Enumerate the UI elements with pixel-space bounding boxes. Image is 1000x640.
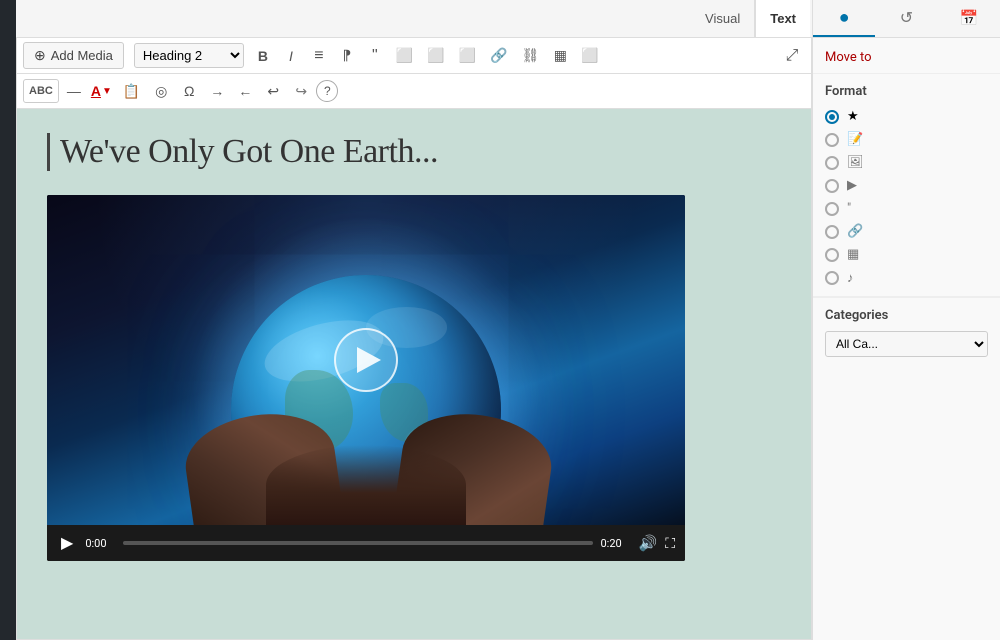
wp-admin-bar — [0, 0, 16, 640]
editor-main: Visual Text ⊕ Add Media Paragraph Headin… — [16, 0, 812, 640]
text-color-button[interactable]: A ▼ — [89, 78, 115, 104]
format-icon-audio: ♪ — [847, 270, 854, 286]
format-icon-link: 🔗 — [847, 224, 863, 239]
bold-button[interactable]: B — [250, 43, 276, 69]
format-icon-aside: 📝 — [847, 132, 863, 147]
clear-formatting-button[interactable]: ◎ — [148, 78, 174, 104]
format-option-link[interactable]: 🔗 — [825, 224, 988, 239]
help-button[interactable]: ? — [316, 80, 338, 102]
current-time: 0:00 — [85, 537, 115, 550]
sidebar-icons-row: ● ↺ 📅 — [813, 0, 1000, 38]
video-duration: 0:20 — [601, 537, 631, 550]
format-icon-video: ▶ — [847, 178, 857, 193]
abc-button[interactable]: ABC — [23, 79, 59, 103]
format-title: Format — [825, 84, 988, 99]
video-player: ▶ 0:00 0:20 🔊 ⛶ — [47, 195, 685, 561]
paste-button[interactable]: 📋 — [117, 78, 146, 104]
radio-link[interactable] — [825, 225, 839, 239]
link-button[interactable]: 🔗 — [484, 43, 513, 69]
volume-button[interactable]: 🔊 — [639, 534, 658, 552]
add-media-icon: ⊕ — [34, 47, 46, 64]
hr-button[interactable]: — — [61, 78, 87, 104]
categories-select[interactable]: All Ca... — [825, 331, 988, 357]
align-left-button[interactable]: ⬜ — [390, 43, 419, 69]
special-char-button[interactable]: Ω — [176, 78, 202, 104]
post-heading: We've Only Got One Earth... — [47, 133, 781, 171]
align-right-button[interactable]: ⬜ — [453, 43, 482, 69]
format-option-audio[interactable]: ♪ — [825, 270, 988, 286]
move-to-trash-section: Move to — [813, 38, 1000, 74]
format-option-quote[interactable]: " — [825, 201, 988, 216]
format-icon-quote: " — [847, 201, 851, 216]
toolbar-row-1: ⊕ Add Media Paragraph Heading 1 Heading … — [17, 38, 811, 74]
sidebar-tab-status[interactable]: ● — [813, 0, 875, 37]
editor-content-area[interactable]: We've Only Got One Earth... — [17, 109, 811, 639]
bullet-list-button[interactable]: ≡ — [306, 43, 332, 69]
add-media-button[interactable]: ⊕ Add Media — [23, 42, 124, 69]
sidebar-tab-publish[interactable]: 📅 — [938, 0, 1000, 37]
play-pause-button[interactable]: ▶ — [57, 531, 77, 555]
right-sidebar: ● ↺ 📅 Move to Format ★ 📝 — [812, 0, 1000, 640]
blockquote-button[interactable]: " — [362, 43, 388, 69]
format-option-gallery[interactable]: ▦ — [825, 247, 988, 262]
video-controls: ▶ 0:00 0:20 🔊 ⛶ — [47, 525, 685, 561]
radio-audio[interactable] — [825, 271, 839, 285]
italic-button[interactable]: I — [278, 43, 304, 69]
format-options: ★ 📝 🖼 ▶ " — [825, 109, 988, 286]
video-thumbnail — [47, 195, 685, 525]
outdent-button[interactable]: ← — [232, 78, 258, 104]
table-button[interactable]: ▦ — [547, 43, 573, 69]
radio-standard[interactable] — [825, 110, 839, 124]
fullscreen-editor-button[interactable]: ⤢ — [779, 43, 805, 69]
move-to-trash-link[interactable]: Move to — [825, 50, 872, 65]
format-option-standard[interactable]: ★ — [825, 109, 988, 124]
format-section: Format ★ 📝 🖼 — [813, 74, 1000, 297]
editor-tab-bar: Visual Text — [16, 0, 812, 38]
more-button[interactable]: ⬜ — [575, 43, 604, 69]
radio-quote[interactable] — [825, 202, 839, 216]
heading-select[interactable]: Paragraph Heading 1 Heading 2 Heading 3 … — [134, 43, 244, 68]
toolbar-row-2: ABC — A ▼ 📋 ◎ Ω → ← ↩ ↪ ? — [17, 74, 811, 109]
align-center-button[interactable]: ⬜ — [421, 43, 450, 69]
format-icon-gallery: ▦ — [847, 247, 859, 262]
radio-image[interactable] — [825, 156, 839, 170]
indent-button[interactable]: → — [204, 78, 230, 104]
format-option-image[interactable]: 🖼 — [825, 155, 988, 170]
tab-visual[interactable]: Visual — [691, 0, 755, 37]
radio-gallery[interactable] — [825, 248, 839, 262]
format-icon-standard: ★ — [847, 109, 859, 124]
fullscreen-video-button[interactable]: ⛶ — [665, 535, 675, 552]
radio-video[interactable] — [825, 179, 839, 193]
categories-title: Categories — [825, 308, 988, 323]
progress-bar[interactable] — [123, 541, 592, 545]
tab-text[interactable]: Text — [755, 0, 810, 37]
format-option-aside[interactable]: 📝 — [825, 132, 988, 147]
undo-button[interactable]: ↩ — [260, 78, 286, 104]
format-option-video[interactable]: ▶ — [825, 178, 988, 193]
categories-section: Categories All Ca... — [813, 297, 1000, 367]
redo-button[interactable]: ↪ — [288, 78, 314, 104]
numbered-list-button[interactable]: ⁋ — [334, 43, 360, 69]
sidebar-tab-revisions[interactable]: ↺ — [875, 0, 937, 37]
add-media-label: Add Media — [51, 48, 113, 63]
play-button[interactable] — [334, 328, 398, 392]
format-icon-image: 🖼 — [847, 155, 864, 170]
radio-aside[interactable] — [825, 133, 839, 147]
editor-container: ⊕ Add Media Paragraph Heading 1 Heading … — [16, 38, 812, 640]
unlink-button[interactable]: ⛓ — [516, 43, 546, 69]
